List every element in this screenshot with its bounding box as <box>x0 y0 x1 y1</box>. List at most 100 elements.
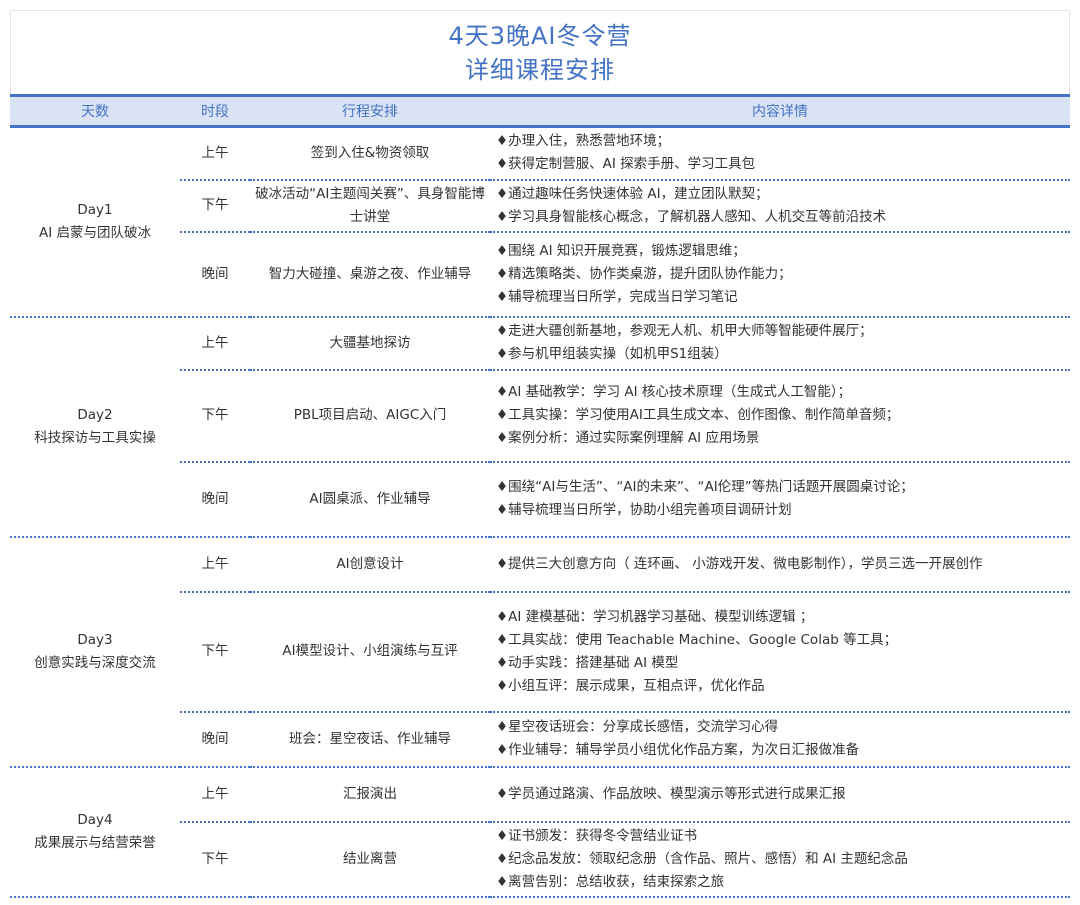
detail-item: ♦精选策略类、协作类桌游，提升团队协作能力； <box>496 265 792 282</box>
day-theme: 创意实践与深度交流 <box>34 654 156 671</box>
header-day: 天数 <box>10 94 180 128</box>
period-cell: 晚间 <box>180 711 250 768</box>
diamond-bullet-icon: ♦ <box>496 479 509 495</box>
diamond-bullet-icon: ♦ <box>496 555 509 572</box>
detail-item: ♦走进大疆创新基地，参观无人机、机甲大师等智能硬件展厅； <box>496 323 873 339</box>
details-cell: ♦围绕“AI与生活”、“AI的未来”、“AI伦理”等热门话题开展圆桌讨论； ♦辅导… <box>490 461 1070 538</box>
diamond-bullet-icon: ♦ <box>496 873 509 890</box>
activity-cell: 智力大碰撞、桌游之夜、作业辅导 <box>250 231 490 318</box>
detail-item: ♦作业辅导：辅导学员小组优化作品方案，为次日汇报做准备 <box>496 742 860 758</box>
period-cell: 上午 <box>180 536 250 593</box>
detail-item: ♦辅导梳理当日所学，协助小组完善项目调研计划 <box>496 502 792 518</box>
diamond-bullet-icon: ♦ <box>496 407 509 423</box>
diamond-bullet-icon: ♦ <box>496 185 509 202</box>
diamond-bullet-icon: ♦ <box>496 677 509 694</box>
activity-cell: 汇报演出 <box>250 766 490 823</box>
detail-item: ♦小组互评：展示成果，互相点评，优化作品 <box>496 677 765 694</box>
header-details: 内容详情 <box>490 94 1070 128</box>
table-row: Day3 创意实践与深度交流 上午 AI创意设计 ♦提供三大创意方向（ 连环画、 小游… <box>10 536 1070 768</box>
detail-item: ♦参与机甲组装实操（如机甲S1组装） <box>496 346 728 362</box>
detail-item: ♦工具实战：使用 Teachable Machine、Google Colab … <box>496 631 898 648</box>
period-cell: 晚间 <box>180 461 250 538</box>
diamond-bullet-icon: ♦ <box>496 742 509 758</box>
diamond-bullet-icon: ♦ <box>496 631 509 648</box>
diamond-bullet-icon: ♦ <box>496 208 509 225</box>
diamond-bullet-icon: ♦ <box>496 430 509 446</box>
detail-item: ♦通过趣味任务快速体验 AI，建立团队默契； <box>496 185 769 202</box>
activity-cell: 签到入住&物资领取 <box>250 126 490 181</box>
period-cell: 下午 <box>180 369 250 463</box>
details-cell: ♦学员通过路演、作品放映、模型演示等形式进行成果汇报 <box>490 766 1070 823</box>
activity-cell: 结业离营 <box>250 821 490 898</box>
detail-item: ♦围绕 AI 知识开展竞赛，锻炼逻辑思维； <box>496 242 746 259</box>
details-cell: ♦走进大疆创新基地，参观无人机、机甲大师等智能硬件展厅； ♦参与机甲组装实操（如机… <box>490 316 1070 371</box>
detail-item: ♦获得定制营服、AI 探索手册、学习工具包 <box>496 156 756 173</box>
diamond-bullet-icon: ♦ <box>496 133 509 150</box>
page-title: 4天3晚AI冬令营 <box>448 22 632 50</box>
detail-item: ♦AI 基础教学：学习 AI 核心技术原理（生成式人工智能）； <box>496 384 852 400</box>
details-cell: ♦星空夜话班会：分享成长感悟，交流学习心得 ♦作业辅导：辅导学员小组优化作品方案，… <box>490 711 1070 768</box>
details-cell: ♦办理入住，熟悉营地环境； ♦获得定制营服、AI 探索手册、学习工具包 <box>490 126 1070 181</box>
diamond-bullet-icon: ♦ <box>496 265 509 282</box>
diamond-bullet-icon: ♦ <box>496 785 509 802</box>
period-cell: 上午 <box>180 126 250 181</box>
diamond-bullet-icon: ♦ <box>496 850 509 867</box>
diamond-bullet-icon: ♦ <box>496 323 509 339</box>
period-cell: 下午 <box>180 591 250 713</box>
activity-cell: AI圆桌派、作业辅导 <box>250 461 490 538</box>
day-label: Day3 <box>77 631 113 648</box>
detail-item: ♦案例分析：通过实际案例理解 AI 应用场景 <box>496 430 760 446</box>
detail-item: ♦证书颁发：获得冬令营结业证书 <box>496 827 698 844</box>
table-row: Day4 成果展示与结营荣誉 上午 汇报演出 ♦学员通过路演、作品放映、模型演示等形式… <box>10 766 1070 898</box>
table-row: Day2 科技探访与工具实操 上午 大疆基地探访 ♦走进大疆创新基地，参观无人机、机甲… <box>10 316 1070 538</box>
day-theme: 科技探访与工具实操 <box>34 429 156 446</box>
day-cell: Day3 创意实践与深度交流 <box>10 536 180 768</box>
detail-item: ♦工具实操：学习使用AI工具生成文本、创作图像、制作简单音频； <box>496 407 900 423</box>
diamond-bullet-icon: ♦ <box>496 719 509 735</box>
detail-item: ♦提供三大创意方向（ 连环画、 小游戏开发、微电影制作），学员三选一开展创作 <box>496 555 983 572</box>
page-subtitle: 详细课程安排 <box>465 56 615 84</box>
diamond-bullet-icon: ♦ <box>496 156 509 173</box>
day-label: Day1 <box>77 201 113 218</box>
period-cell: 下午 <box>180 821 250 898</box>
header-row: 天数 时段 行程安排 内容详情 <box>10 94 1070 128</box>
period-cell: 上午 <box>180 316 250 371</box>
details-cell: ♦AI 基础教学：学习 AI 核心技术原理（生成式人工智能）； ♦工具实操：学习使… <box>490 369 1070 463</box>
activity-cell: 破冰活动“AI主题闯关赛”、具身智能博士讲堂 <box>250 179 490 233</box>
detail-item: ♦办理入住，熟悉营地环境； <box>496 133 671 150</box>
detail-item: ♦学习具身智能核心概念，了解机器人感知、人机交互等前沿技术 <box>496 208 887 225</box>
diamond-bullet-icon: ♦ <box>496 608 509 625</box>
title-box: 4天3晚AI冬令营 详细课程安排 <box>10 10 1070 95</box>
detail-item: ♦动手实践：搭建基础 AI 模型 <box>496 654 679 671</box>
detail-item: ♦AI 建模基础：学习机器学习基础、模型训练逻辑 ； <box>496 608 814 625</box>
activity-cell: PBL项目启动、AIGC入门 <box>250 369 490 463</box>
diamond-bullet-icon: ♦ <box>496 827 509 844</box>
header-activity: 行程安排 <box>250 94 490 128</box>
schedule-table: 天数 时段 行程安排 内容详情 Day1 AI 启蒙与团队破冰 上午 签到入住&物资… <box>10 94 1070 898</box>
period-cell: 下午 <box>180 179 250 233</box>
activity-cell: 班会：星空夜话、作业辅导 <box>250 711 490 768</box>
diamond-bullet-icon: ♦ <box>496 502 509 518</box>
activity-cell: 大疆基地探访 <box>250 316 490 371</box>
diamond-bullet-icon: ♦ <box>496 654 509 671</box>
day-label: Day2 <box>77 406 113 423</box>
detail-item: ♦围绕“AI与生活”、“AI的未来”、“AI伦理”等热门话题开展圆桌讨论； <box>496 479 914 495</box>
day-cell: Day1 AI 启蒙与团队破冰 <box>10 126 180 318</box>
details-cell: ♦AI 建模基础：学习机器学习基础、模型训练逻辑 ； ♦工具实战：使用 Teach… <box>490 591 1070 713</box>
detail-item: ♦星空夜话班会：分享成长感悟，交流学习心得 <box>496 719 779 735</box>
day-label: Day4 <box>77 811 113 828</box>
diamond-bullet-icon: ♦ <box>496 242 509 259</box>
details-cell: ♦证书颁发：获得冬令营结业证书 ♦纪念品发放：领取纪念册（含作品、照片、感悟）和 … <box>490 821 1070 898</box>
day-cell: Day4 成果展示与结营荣誉 <box>10 766 180 898</box>
header-period: 时段 <box>180 94 250 128</box>
details-cell: ♦提供三大创意方向（ 连环画、 小游戏开发、微电影制作），学员三选一开展创作 <box>490 536 1070 593</box>
activity-cell: AI模型设计、小组演练与互评 <box>250 591 490 713</box>
detail-item: ♦学员通过路演、作品放映、模型演示等形式进行成果汇报 <box>496 785 846 802</box>
day-theme: 成果展示与结营荣誉 <box>34 834 156 851</box>
period-cell: 晚间 <box>180 231 250 318</box>
detail-item: ♦辅导梳理当日所学，完成当日学习笔记 <box>496 288 738 305</box>
diamond-bullet-icon: ♦ <box>496 346 509 362</box>
table-row: Day1 AI 启蒙与团队破冰 上午 签到入住&物资领取 ♦办理入住，熟悉营地环境； ♦… <box>10 126 1070 318</box>
day-theme: AI 启蒙与团队破冰 <box>38 224 151 241</box>
diamond-bullet-icon: ♦ <box>496 288 509 305</box>
